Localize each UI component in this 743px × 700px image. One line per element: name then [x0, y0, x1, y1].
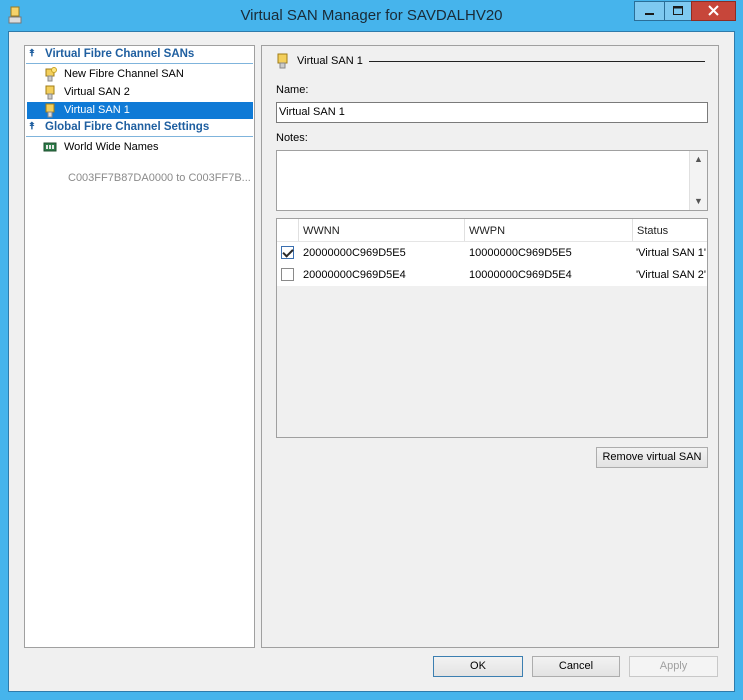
cancel-button[interactable]: Cancel [532, 656, 620, 677]
tree-item-virtual-san-1[interactable]: Virtual SAN 1 [27, 102, 253, 119]
new-san-icon [45, 67, 57, 82]
world-wide-names-icon [43, 142, 57, 152]
title-bar[interactable]: Virtual SAN Manager for SAVDALHV20 [0, 0, 743, 30]
wwpn-cell: 10000000C969D5E4 [469, 269, 572, 281]
dialog-body: ⯭ Virtual Fibre Channel SANs New Fibre C… [8, 31, 735, 692]
notes-label: Notes: [276, 132, 308, 144]
column-header-status[interactable]: Status [633, 219, 707, 241]
table-row[interactable]: 20000000C969D5E5 10000000C969D5E5 'Virtu… [277, 242, 707, 264]
group-title: Virtual SAN 1 [297, 55, 363, 67]
tree-item-new-fibre-channel-san[interactable]: New Fibre Channel SAN [27, 66, 253, 83]
section-global-fibre-channel-settings[interactable]: ⯭ Global Fibre Channel Settings [26, 120, 253, 137]
group-divider [369, 61, 705, 62]
double-chevron-up-icon: ⯭ [29, 121, 35, 132]
fibre-channel-san-icon [45, 103, 55, 118]
remove-virtual-san-button[interactable]: Remove virtual SAN [596, 447, 708, 468]
san-details-panel: Virtual SAN 1 Name: Virtual SAN 1 Notes:… [261, 45, 719, 648]
status-cell: 'Virtual SAN 2' [636, 269, 706, 281]
name-label: Name: [276, 84, 309, 96]
status-cell: 'Virtual SAN 1' [636, 247, 706, 259]
close-icon [708, 5, 719, 16]
wwpn-cell: 10000000C969D5E5 [469, 247, 572, 259]
wwn-range-text: C003FF7B87DA0000 to C003FF7B... [68, 172, 251, 184]
column-header-wwnn[interactable]: WWNN [299, 219, 465, 241]
tree-item-world-wide-names[interactable]: World Wide Names [27, 139, 253, 156]
row-checkbox[interactable] [281, 246, 294, 259]
wwnn-cell: 20000000C969D5E5 [303, 247, 406, 259]
fibre-channel-san-icon [277, 53, 288, 69]
double-chevron-up-icon: ⯭ [29, 48, 35, 59]
fibre-channel-san-icon [45, 85, 55, 100]
san-navigation-tree: ⯭ Virtual Fibre Channel SANs New Fibre C… [24, 45, 255, 648]
row-checkbox[interactable] [281, 268, 294, 281]
notes-textarea[interactable]: ▲ ▼ [276, 150, 708, 211]
section-virtual-fibre-channel-sans[interactable]: ⯭ Virtual Fibre Channel SANs [26, 47, 253, 64]
maximize-button[interactable] [664, 1, 692, 21]
scroll-up-icon[interactable]: ▲ [693, 154, 704, 165]
wwnn-cell: 20000000C969D5E4 [303, 269, 406, 281]
window-title: Virtual SAN Manager for SAVDALHV20 [240, 7, 503, 24]
tree-item-virtual-san-2[interactable]: Virtual SAN 2 [27, 84, 253, 101]
maximize-icon [673, 6, 683, 15]
scroll-down-icon[interactable]: ▼ [693, 196, 704, 207]
section-divider [26, 136, 253, 137]
wwn-table: WWNN WWPN Status 20000000C969D5E5 100000… [276, 218, 708, 438]
section-divider [26, 63, 253, 64]
table-header: WWNN WWPN Status [277, 219, 707, 242]
table-row[interactable]: 20000000C969D5E4 10000000C969D5E4 'Virtu… [277, 264, 707, 286]
minimize-icon [645, 13, 654, 15]
apply-button[interactable]: Apply [629, 656, 718, 677]
column-header-wwpn[interactable]: WWPN [465, 219, 633, 241]
close-button[interactable] [691, 1, 736, 21]
minimize-button[interactable] [634, 1, 665, 21]
column-header-check [277, 219, 299, 241]
name-input[interactable]: Virtual SAN 1 [276, 102, 708, 123]
notes-scrollbar[interactable]: ▲ ▼ [689, 151, 707, 210]
virtual-san-manager-window: Virtual SAN Manager for SAVDALHV20 ⯭ Vir… [0, 0, 743, 700]
ok-button[interactable]: OK [433, 656, 523, 677]
